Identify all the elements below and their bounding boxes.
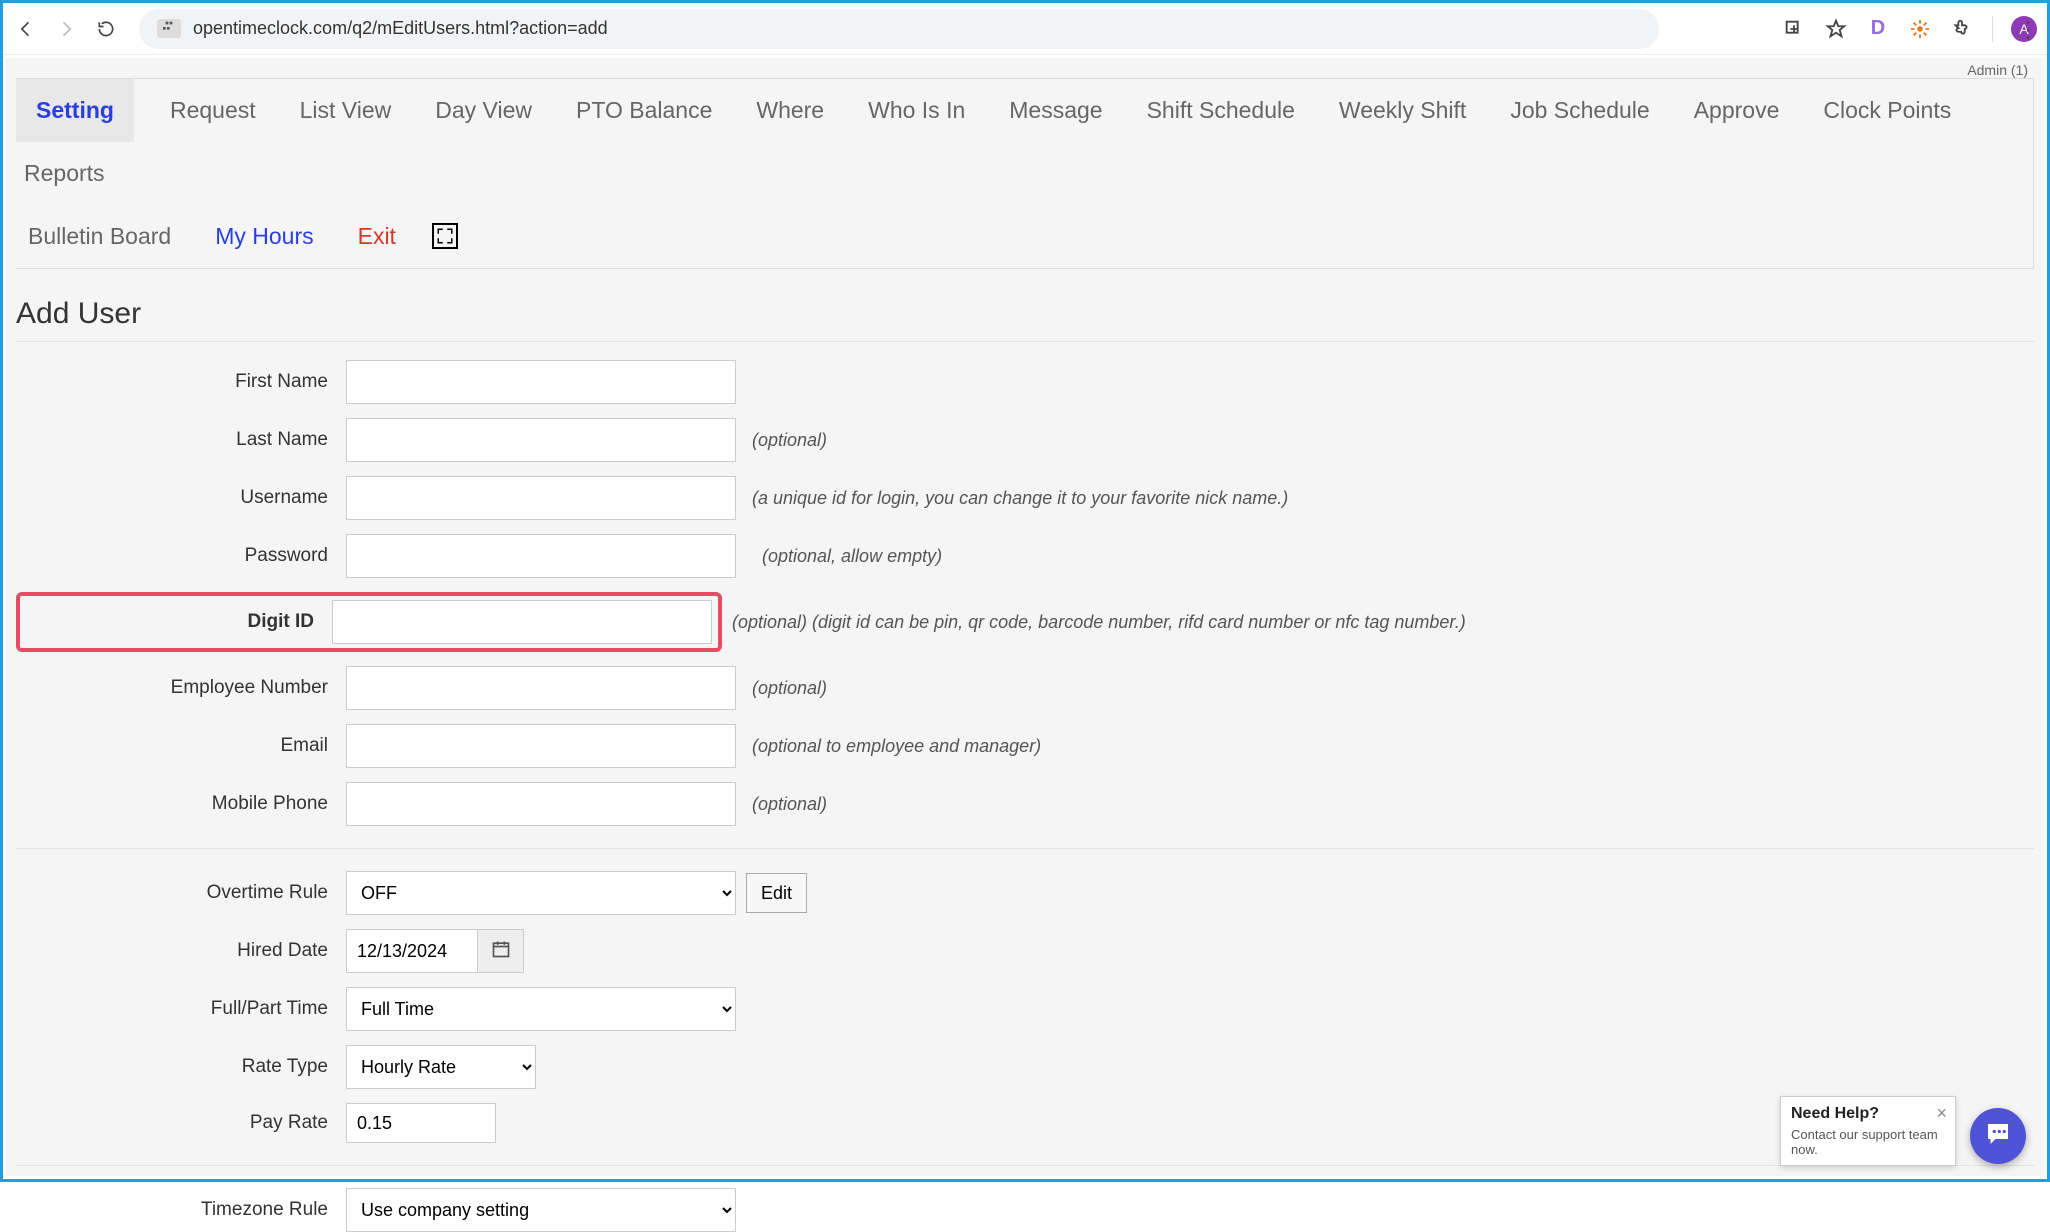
extension-flower-icon[interactable] [1908,17,1932,41]
digit-id-input[interactable] [332,600,712,644]
browser-menu-icon[interactable]: ⋮ [2017,17,2039,43]
tab-request[interactable]: Request [162,79,264,142]
fullscreen-button[interactable] [432,223,458,251]
password-input[interactable] [346,534,736,578]
browser-toolbar: opentimeclock.com/q2/mEditUsers.html?act… [3,3,2047,55]
employee-number-input[interactable] [346,666,736,710]
full-part-time-select[interactable]: Full Time [346,987,736,1031]
hired-date-input[interactable] [346,929,478,973]
tab-weekly-shift[interactable]: Weekly Shift [1331,79,1474,142]
overtime-rule-select[interactable]: OFF [346,871,736,915]
toolbar-divider [1992,16,1993,42]
tab-exit[interactable]: Exit [350,205,404,268]
label-hired-date: Hired Date [16,940,346,962]
forward-button[interactable] [53,16,79,42]
mobile-phone-input[interactable] [346,782,736,826]
label-timezone-rule: Timezone Rule [16,1199,346,1221]
label-full-part-time: Full/Part Time [16,998,346,1020]
overtime-edit-button[interactable]: Edit [746,873,807,913]
hint-password: (optional, allow empty) [762,546,942,567]
hint-email: (optional to employee and manager) [752,736,1041,757]
help-title: Need Help? [1791,1105,1945,1123]
tab-shift-schedule[interactable]: Shift Schedule [1139,79,1303,142]
calendar-icon [491,939,511,964]
hint-employee-number: (optional) [752,678,827,699]
reload-button[interactable] [93,16,119,42]
tab-job-schedule[interactable]: Job Schedule [1502,79,1657,142]
tab-approve[interactable]: Approve [1686,79,1788,142]
label-pay-rate: Pay Rate [16,1112,346,1134]
tab-my-hours[interactable]: My Hours [207,205,321,268]
chat-icon [1983,1119,2013,1154]
label-email: Email [16,735,346,757]
label-password: Password [16,545,346,567]
tab-where[interactable]: Where [748,79,832,142]
tab-pto-balance[interactable]: PTO Balance [568,79,720,142]
chat-fab[interactable] [1970,1108,2026,1164]
email-input[interactable] [346,724,736,768]
tab-day-view[interactable]: Day View [427,79,540,142]
pay-rate-input[interactable] [346,1103,496,1143]
username-input[interactable] [346,476,736,520]
help-close-button[interactable]: × [1936,1103,1947,1124]
tab-list-view[interactable]: List View [292,79,400,142]
extension-d-icon[interactable]: D [1866,17,1890,41]
page-body: Admin (1) Setting Request List View Day … [6,58,2044,1176]
hint-username: (a unique id for login, you can change i… [752,488,1288,509]
label-last-name: Last Name [16,429,346,451]
fullscreen-icon [432,223,458,249]
first-name-input[interactable] [346,360,736,404]
hired-date-picker-button[interactable] [478,929,524,973]
tab-message[interactable]: Message [1001,79,1110,142]
user-form: First Name Last Name (optional) Username… [16,360,2034,1232]
label-mobile-phone: Mobile Phone [16,793,346,815]
tab-reports[interactable]: Reports [16,142,113,205]
label-overtime-rule: Overtime Rule [16,882,346,904]
tab-clock-points[interactable]: Clock Points [1815,79,1959,142]
admin-indicator[interactable]: Admin (1) [16,58,2034,78]
extensions-puzzle-icon[interactable] [1950,17,1974,41]
tab-bulletin-board[interactable]: Bulletin Board [16,205,179,268]
page-title: Add User [16,269,2034,341]
bookmark-star-icon[interactable] [1824,17,1848,41]
back-button[interactable] [13,16,39,42]
label-digit-id: Digit ID [20,611,332,633]
divider [16,341,2034,342]
label-first-name: First Name [16,371,346,393]
install-app-icon[interactable] [1782,17,1806,41]
last-name-input[interactable] [346,418,736,462]
label-employee-number: Employee Number [16,677,346,699]
site-info-icon[interactable] [157,19,181,38]
hint-last-name: (optional) [752,430,827,451]
main-nav: Setting Request List View Day View PTO B… [16,78,2034,269]
tab-who-is-in[interactable]: Who Is In [860,79,973,142]
hint-mobile-phone: (optional) [752,794,827,815]
help-subtitle: Contact our support team now. [1791,1127,1945,1157]
rate-type-select[interactable]: Hourly Rate [346,1045,536,1089]
divider [16,848,2034,849]
hint-digit-id: (optional) (digit id can be pin, qr code… [732,612,1466,633]
help-popup: × Need Help? Contact our support team no… [1780,1096,1956,1166]
timezone-rule-select[interactable]: Use company setting [346,1188,736,1232]
url-text: opentimeclock.com/q2/mEditUsers.html?act… [193,18,608,39]
label-rate-type: Rate Type [16,1056,346,1078]
label-username: Username [16,487,346,509]
address-bar[interactable]: opentimeclock.com/q2/mEditUsers.html?act… [139,9,1659,49]
digit-id-highlight: Digit ID [16,592,722,652]
divider [16,1165,2034,1166]
tab-setting[interactable]: Setting [16,79,134,142]
